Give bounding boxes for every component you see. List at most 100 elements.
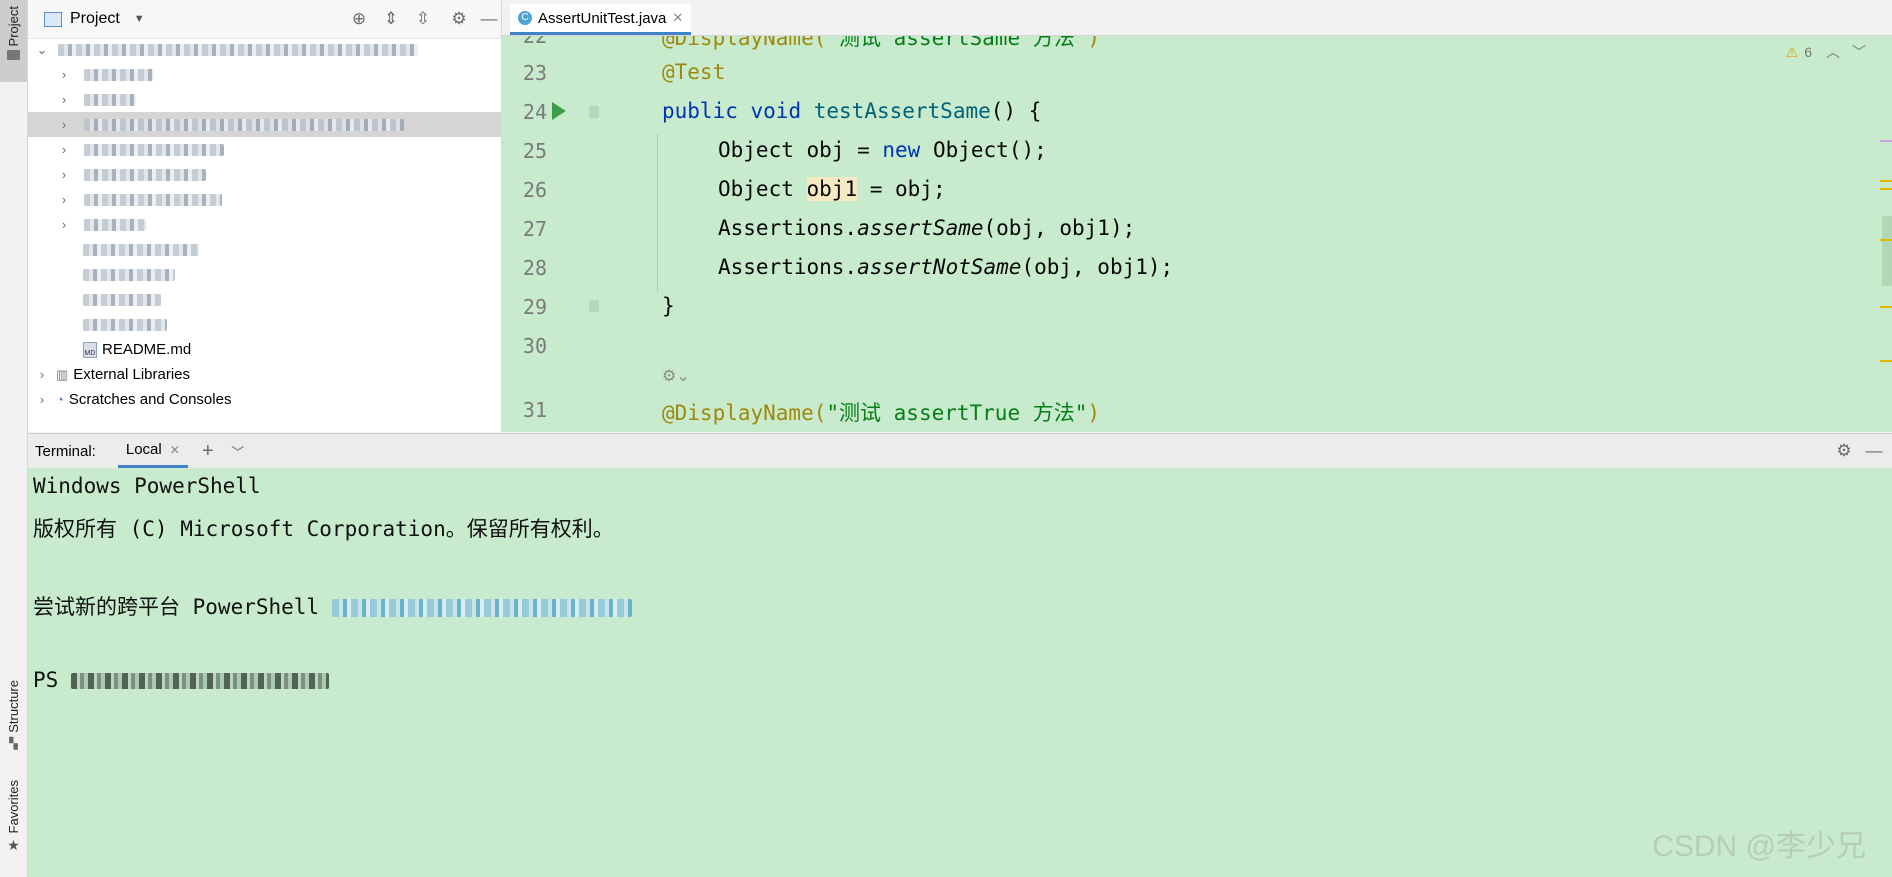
tree-row-file[interactable]	[28, 262, 501, 287]
warning-count: 6	[1804, 44, 1812, 60]
hide-panel-icon[interactable]: —	[1862, 439, 1886, 463]
chevron-right-icon[interactable]: ›	[56, 192, 72, 207]
collapse-all-icon[interactable]: ⇳	[411, 7, 435, 31]
line-number: 27	[522, 217, 547, 241]
fold-icon[interactable]	[589, 106, 599, 118]
code-token: assertSame	[857, 216, 984, 240]
code-editor[interactable]: 22 23 24 25 26 27 28 29 30 31 @DisplayNa…	[502, 36, 1892, 432]
code-token: @DisplayName(	[662, 401, 827, 425]
structure-tool-tab-label: Structure	[6, 680, 21, 733]
code-token: assertNotSame	[857, 255, 1022, 279]
chevron-right-icon[interactable]: ›	[56, 142, 72, 157]
tree-row-folder[interactable]: ›	[28, 62, 501, 87]
line-number: 24	[522, 100, 547, 124]
structure-icon: ▚	[9, 737, 18, 750]
add-terminal-icon[interactable]: +	[196, 439, 220, 463]
close-icon[interactable]: ✕	[170, 443, 180, 457]
java-class-icon: C	[518, 11, 532, 25]
chevron-down-icon[interactable]: ▼	[134, 13, 145, 25]
terminal-tab-label: Local	[125, 441, 162, 458]
editor-tab-bar: C AssertUnitTest.java ✕	[502, 0, 1892, 36]
marker	[1880, 180, 1892, 182]
error-stripe[interactable]	[1878, 136, 1892, 406]
terminal-tab-local[interactable]: Local ✕	[117, 434, 188, 468]
code-line-27: Assertions.assertSame(obj, obj1);	[718, 216, 1135, 240]
line-number: 23	[522, 61, 547, 85]
redacted-folder	[84, 218, 146, 231]
run-test-icon[interactable]	[552, 102, 566, 120]
star-icon: ★	[7, 837, 20, 854]
line-number: 22	[522, 36, 547, 48]
editor-tab-label: AssertUnitTest.java	[538, 9, 667, 27]
code-line-28: Assertions.assertNotSame(obj, obj1);	[718, 255, 1173, 279]
scroll-thumb[interactable]	[1882, 216, 1892, 286]
line-number: 29	[522, 295, 547, 319]
code-token: "测试 assertTrue 方法"	[826, 401, 1088, 425]
terminal-text: 尝试新的跨平台 PowerShell	[33, 595, 320, 619]
tree-row-folder[interactable]: ›	[28, 162, 501, 187]
project-tool-tab[interactable]: Project	[0, 0, 27, 82]
expand-all-icon[interactable]: ⇕	[379, 7, 403, 31]
gear-icon[interactable]: ⚙	[447, 7, 471, 31]
chevron-right-icon[interactable]: ›	[56, 217, 72, 232]
redacted-project-root	[58, 43, 418, 56]
tree-row-folder-selected[interactable]: ›	[28, 112, 501, 137]
ai-assistant-icon[interactable]: ⚙⌄	[662, 366, 690, 386]
editor-tab-assertunittest[interactable]: C AssertUnitTest.java ✕	[510, 4, 692, 35]
chevron-down-icon[interactable]: ﹀	[1852, 42, 1866, 62]
tree-row-folder[interactable]: ›	[28, 187, 501, 212]
chevron-up-icon[interactable]: ︿	[1826, 42, 1840, 62]
highlighted-variable: obj1	[806, 177, 858, 201]
code-line-31: @DisplayName("测试 assertTrue 方法")	[662, 397, 1100, 427]
locate-icon[interactable]: ⊕	[347, 7, 371, 31]
tree-row-file[interactable]	[28, 237, 501, 262]
chevron-down-icon[interactable]: ﹀	[226, 439, 250, 463]
redacted-file	[83, 293, 161, 306]
terminal-output[interactable]: Windows PowerShell 版权所有 (C) Microsoft Co…	[28, 468, 1892, 877]
hide-panel-icon[interactable]: —	[477, 7, 501, 31]
tree-row-file[interactable]	[28, 287, 501, 312]
structure-tool-tab[interactable]: Structure ▚	[0, 680, 27, 760]
redacted-folder	[84, 93, 136, 106]
chevron-right-icon[interactable]: ›	[56, 117, 72, 132]
terminal-header: Terminal: Local ✕ + ﹀ ⚙ —	[28, 433, 1892, 469]
terminal-line: 尝试新的跨平台 PowerShell	[33, 591, 632, 621]
terminal-prompt: PS	[33, 668, 59, 692]
favorites-tool-tab[interactable]: Favorites ★	[0, 780, 27, 870]
gear-icon[interactable]: ⚙	[1832, 439, 1856, 463]
close-icon[interactable]: ✕	[672, 10, 683, 26]
project-view-icon	[44, 11, 62, 27]
chevron-right-icon[interactable]: ›	[34, 392, 50, 407]
code-token: void	[750, 99, 802, 123]
code-line-23: @Test	[662, 60, 726, 84]
terminal-prompt-line: PS	[33, 668, 329, 692]
chevron-right-icon[interactable]: ›	[34, 367, 50, 382]
code-token: Object();	[920, 138, 1047, 162]
tree-row-readme[interactable]: MD README.md	[28, 337, 501, 362]
chevron-down-icon[interactable]: ⌄	[34, 42, 50, 58]
scratches-icon: ◔	[56, 392, 64, 407]
chevron-right-icon[interactable]: ›	[56, 67, 72, 82]
tree-row-folder[interactable]: ›	[28, 212, 501, 237]
code-token: Object obj =	[718, 138, 883, 162]
external-libraries-label: External Libraries	[73, 366, 191, 383]
chevron-right-icon[interactable]: ›	[56, 167, 72, 182]
tree-row-scratches[interactable]: › ◔ Scratches and Consoles	[28, 387, 501, 412]
tool-window-strip: Project Structure ▚ Favorites ★	[0, 0, 28, 877]
line-number: 30	[522, 334, 547, 358]
fold-icon[interactable]	[589, 300, 599, 312]
tree-row-folder[interactable]: ›	[28, 87, 501, 112]
tree-row-external-libraries[interactable]: › ▥ External Libraries	[28, 362, 501, 387]
tree-row-file[interactable]	[28, 312, 501, 337]
readme-label: README.md	[102, 341, 192, 358]
tree-row-folder[interactable]: ›	[28, 137, 501, 162]
chevron-right-icon[interactable]: ›	[56, 92, 72, 107]
marker	[1880, 360, 1892, 362]
code-token: (obj, obj1);	[1021, 255, 1174, 279]
project-view-selector[interactable]: Project	[70, 10, 120, 28]
tree-row-project-root[interactable]: ⌄	[28, 37, 501, 62]
redacted-file	[83, 243, 199, 256]
inspection-widget[interactable]: ⚠ 6 ︿ ﹀	[1786, 42, 1866, 62]
redacted-folder	[84, 118, 404, 131]
terminal-line: Windows PowerShell	[33, 474, 261, 498]
